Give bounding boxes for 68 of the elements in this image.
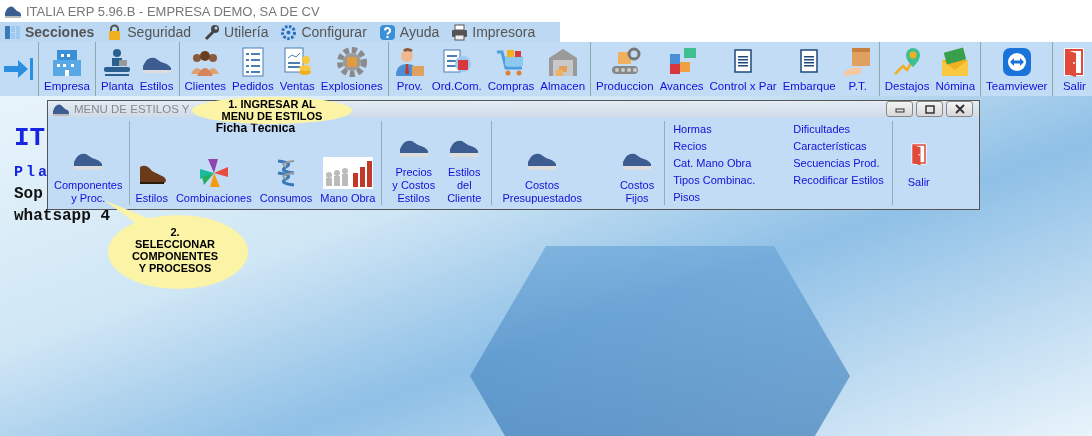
close-button[interactable] (946, 101, 973, 117)
menu-button[interactable]: Consumos (257, 157, 315, 205)
toolbar-button[interactable]: Pedidos (229, 42, 277, 96)
menu-button[interactable]: Combinaciones (173, 157, 254, 205)
menu-item[interactable]: Seguridad (106, 23, 192, 41)
group-heading: Ficha Técnica (214, 121, 297, 135)
menu-button[interactable]: Estilos (133, 157, 170, 205)
toolbar-button[interactable]: Prov. (390, 42, 429, 96)
menu-item[interactable]: Impresora (451, 23, 536, 41)
menu-button[interactable]: Costos Presupuestados (500, 144, 584, 205)
toolbar-button[interactable]: Empresa (41, 42, 94, 96)
menu-link[interactable]: Cat. Mano Obra (673, 155, 756, 171)
window-title: MENU DE ESTILOS Y (74, 103, 190, 115)
gear-icon (280, 23, 298, 41)
toolbar-button[interactable]: Ventas (276, 42, 318, 96)
toolbar-button[interactable]: Estilos (136, 42, 177, 96)
arrows-icon (1000, 46, 1033, 78)
restore-icon (922, 103, 937, 115)
menu-link[interactable]: Tipos Combinac. (673, 172, 756, 188)
toolbar-button[interactable]: Compras (484, 42, 538, 96)
menu-item[interactable]: Secciones (4, 23, 95, 41)
sections-icon (4, 23, 21, 41)
menu-button[interactable]: Precios y Costos Estilos (390, 131, 438, 205)
toolbar-button[interactable]: Ord.Com. (428, 42, 485, 96)
toolbar-button[interactable]: Clientes (181, 42, 230, 96)
arrow-right-icon (4, 57, 34, 81)
menu-item[interactable]: Ayuda (378, 23, 440, 41)
menu-link[interactable]: Hormas (673, 121, 756, 137)
gear-icon (335, 46, 368, 78)
menu-link[interactable]: Dificultades (793, 121, 884, 137)
menu-item[interactable]: Utilería (203, 23, 269, 41)
menu-button[interactable]: Estilos del Cliente (445, 131, 484, 205)
desktop-text: Sop (14, 185, 43, 203)
businessman-icon (393, 46, 426, 78)
close-icon (952, 103, 967, 115)
toolbar-button[interactable]: Nómina (932, 42, 979, 96)
toolbar-button[interactable]: Almacen (537, 42, 589, 96)
bar-chart-figures-icon (322, 157, 373, 189)
minimize-button[interactable] (886, 101, 913, 117)
restore-button[interactable] (916, 101, 943, 117)
desktop-text: Pla (14, 164, 50, 181)
document-coins-icon (281, 46, 314, 78)
toolbar-button[interactable]: Teamviewer (983, 42, 1051, 96)
toolbar-button[interactable]: Destajos (881, 42, 933, 96)
menu-button[interactable]: Costos Fijos (617, 144, 657, 205)
exit-button[interactable]: Salir (892, 121, 945, 205)
warehouse-icon (546, 46, 579, 78)
toolbar-button[interactable]: Planta (98, 42, 137, 96)
menu-item[interactable]: Configurar (280, 23, 367, 41)
toolbar-button[interactable]: Embarque (779, 42, 839, 96)
toolbar-button[interactable]: Avances (656, 42, 707, 96)
menu-button[interactable]: Mano Obra (318, 157, 378, 205)
menu-button[interactable]: Componentes y Proc. (52, 144, 125, 205)
toolbar-button[interactable]: Control x Par (706, 42, 780, 96)
toolbar-button[interactable]: P.T. (838, 42, 877, 96)
desktop-heading: IT (14, 122, 46, 155)
window-title: ITALIA ERP 5.96.B - EMPRESA DEMO, SA DE CV (26, 3, 320, 19)
pinwheel-icon (197, 157, 230, 189)
menu-link[interactable]: Características (793, 138, 884, 154)
toolbar-button[interactable]: Salir (1055, 42, 1092, 96)
menu-link[interactable]: Secuencias Prod. (793, 155, 884, 171)
menu-link[interactable]: Recodificar Estilos (793, 172, 884, 188)
help-icon (378, 23, 396, 41)
callout-text: 2. SELECCIONAR COMPONENTES Y PROCESOS (131, 226, 219, 274)
toolbar-button[interactable]: Produccion (593, 42, 657, 96)
menu-link[interactable]: Pisos (673, 189, 756, 205)
toolbar-button[interactable]: Explosiones (317, 42, 386, 96)
menu-link[interactable]: Recios (673, 138, 756, 154)
